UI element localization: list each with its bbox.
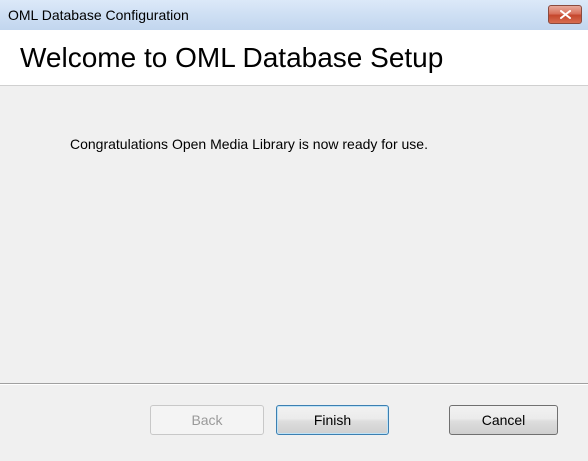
window-title: OML Database Configuration — [8, 7, 189, 23]
close-icon — [560, 10, 571, 19]
back-button[interactable]: Back — [150, 405, 264, 435]
page-title: Welcome to OML Database Setup — [20, 42, 444, 73]
button-separator — [0, 383, 588, 385]
header-panel: Welcome to OML Database Setup — [0, 30, 588, 86]
finish-button[interactable]: Finish — [276, 405, 389, 435]
completion-message: Congratulations Open Media Library is no… — [70, 136, 428, 152]
content-area — [0, 86, 588, 383]
close-button[interactable] — [548, 5, 582, 24]
cancel-button[interactable]: Cancel — [449, 405, 558, 435]
title-bar[interactable]: OML Database Configuration — [0, 0, 588, 30]
dialog-window: OML Database Configuration Welcome to OM… — [0, 0, 588, 461]
